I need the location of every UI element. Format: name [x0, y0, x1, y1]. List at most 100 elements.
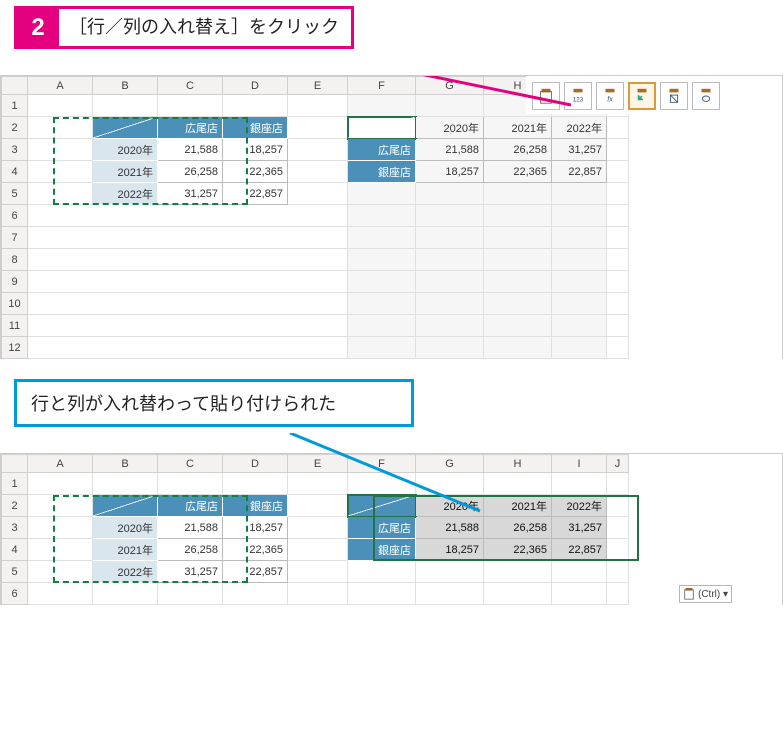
cell-data[interactable]: 22,857 [223, 183, 288, 205]
cell[interactable] [552, 337, 607, 359]
cell[interactable] [288, 495, 348, 517]
cell[interactable] [484, 249, 552, 271]
cell[interactable] [288, 539, 348, 561]
cell-data[interactable]: 18,257 [223, 517, 288, 539]
cell[interactable] [607, 473, 629, 495]
cell[interactable] [607, 271, 629, 293]
cell-data[interactable]: 22,365 [484, 161, 552, 183]
cell[interactable] [484, 271, 552, 293]
cell[interactable] [348, 561, 416, 583]
cell-dest-corner[interactable] [348, 495, 416, 517]
cell[interactable] [223, 473, 288, 495]
col-header[interactable]: C [158, 455, 223, 473]
cell[interactable] [348, 271, 416, 293]
cell[interactable] [288, 95, 348, 117]
cell[interactable] [28, 205, 348, 227]
cell[interactable] [348, 227, 416, 249]
row-header[interactable]: 5 [2, 183, 28, 205]
cell[interactable] [416, 315, 484, 337]
cell[interactable] [552, 205, 607, 227]
cell[interactable] [28, 583, 93, 605]
cell-data[interactable]: 18,257 [416, 539, 484, 561]
cell-header[interactable]: 2020年 [416, 117, 484, 139]
cell-rowheader[interactable]: 2020年 [93, 517, 158, 539]
cell-data[interactable]: 26,258 [484, 139, 552, 161]
cell[interactable] [416, 561, 484, 583]
cell-data[interactable]: 21,588 [416, 517, 484, 539]
cell-header[interactable]: 広尾店 [158, 117, 223, 139]
paste-icon-all[interactable] [532, 82, 560, 110]
cell[interactable] [288, 561, 348, 583]
cell-rowheader[interactable]: 広尾店 [348, 517, 416, 539]
row-header[interactable]: 5 [2, 561, 28, 583]
cell-header[interactable]: 2022年 [552, 495, 607, 517]
row-header[interactable]: 2 [2, 117, 28, 139]
cell[interactable] [416, 183, 484, 205]
row-header[interactable]: 6 [2, 583, 28, 605]
col-header[interactable]: D [223, 455, 288, 473]
cell[interactable] [416, 95, 484, 117]
col-header[interactable]: B [93, 455, 158, 473]
cell-data[interactable]: 22,365 [223, 539, 288, 561]
cell[interactable] [28, 227, 348, 249]
cell[interactable] [607, 337, 629, 359]
paste-ctrl-smarttag[interactable]: (Ctrl) ▾ [679, 585, 732, 603]
cell[interactable] [28, 139, 93, 161]
cell[interactable] [416, 227, 484, 249]
row-header[interactable]: 1 [2, 95, 28, 117]
cell[interactable] [607, 161, 629, 183]
row-header[interactable]: 3 [2, 517, 28, 539]
cell-rowheader[interactable]: 2022年 [93, 561, 158, 583]
cell[interactable] [28, 561, 93, 583]
cell[interactable] [348, 473, 416, 495]
col-header[interactable]: B [93, 77, 158, 95]
cell-data[interactable]: 21,588 [158, 517, 223, 539]
col-header[interactable]: D [223, 77, 288, 95]
cell[interactable] [416, 583, 484, 605]
cell-dest-corner[interactable] [348, 117, 416, 139]
cell[interactable] [28, 117, 93, 139]
cell-data[interactable]: 22,857 [223, 561, 288, 583]
cell[interactable] [552, 227, 607, 249]
cell-header[interactable]: 2021年 [484, 495, 552, 517]
cell-rowheader[interactable]: 2021年 [93, 539, 158, 561]
cell[interactable] [93, 583, 158, 605]
row-header[interactable]: 12 [2, 337, 28, 359]
cell[interactable] [28, 293, 348, 315]
cell-data[interactable]: 31,257 [158, 183, 223, 205]
row-header[interactable]: 10 [2, 293, 28, 315]
paste-icon-transpose[interactable] [628, 82, 656, 110]
cell-data[interactable]: 31,257 [552, 139, 607, 161]
cell[interactable] [28, 161, 93, 183]
row-header[interactable]: 2 [2, 495, 28, 517]
cell[interactable] [552, 561, 607, 583]
cell[interactable] [607, 183, 629, 205]
paste-icon-formulas[interactable]: fx [596, 82, 624, 110]
cell[interactable] [552, 271, 607, 293]
cell[interactable] [416, 271, 484, 293]
cell-table-corner[interactable] [93, 495, 158, 517]
cell[interactable] [28, 315, 348, 337]
cell-data[interactable]: 18,257 [223, 139, 288, 161]
cell-data[interactable]: 21,588 [416, 139, 484, 161]
grid-top[interactable]: A B C D E F G H I 1 2 広尾店 銀座店 2020年 2021… [1, 76, 629, 359]
cell-data[interactable]: 26,258 [484, 517, 552, 539]
cell-rowheader[interactable]: 2020年 [93, 139, 158, 161]
cell[interactable] [348, 205, 416, 227]
col-header[interactable]: G [416, 455, 484, 473]
cell[interactable] [484, 293, 552, 315]
cell-data[interactable]: 22,857 [552, 161, 607, 183]
cell[interactable] [552, 183, 607, 205]
cell-data[interactable]: 26,258 [158, 539, 223, 561]
cell[interactable] [348, 315, 416, 337]
cell[interactable] [348, 183, 416, 205]
cell[interactable] [158, 95, 223, 117]
grid-bottom[interactable]: A B C D E F G H I J 1 2 広尾店 銀座店 2020年 20… [1, 454, 629, 605]
cell[interactable] [288, 139, 348, 161]
cell[interactable] [28, 539, 93, 561]
cell[interactable] [28, 337, 348, 359]
cell[interactable] [28, 271, 348, 293]
cell[interactable] [416, 473, 484, 495]
cell[interactable] [484, 227, 552, 249]
col-header[interactable]: A [28, 77, 93, 95]
